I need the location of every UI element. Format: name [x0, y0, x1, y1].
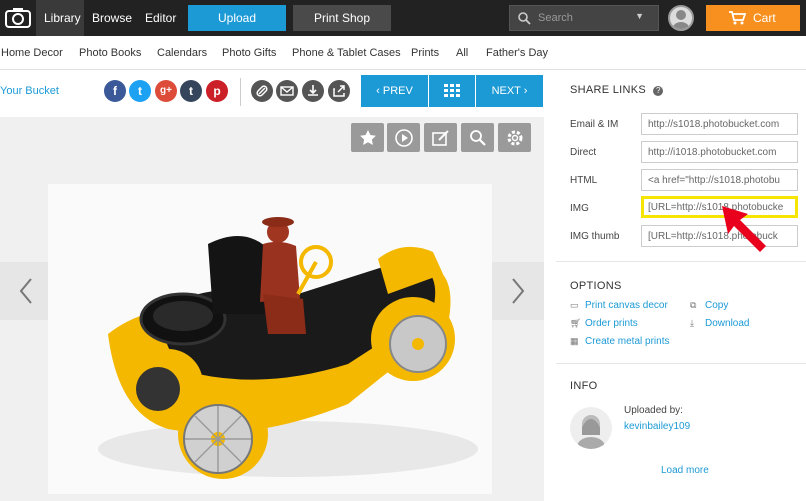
main-photo: [48, 184, 492, 494]
nav-browse[interactable]: Browse: [92, 0, 132, 36]
cart-small-icon: 🛒︎: [570, 318, 582, 328]
category-fathers-day[interactable]: Father's Day: [486, 47, 548, 59]
link-icon[interactable]: [251, 80, 273, 102]
share-label-img: IMG: [570, 203, 589, 214]
category-all[interactable]: All: [456, 47, 468, 59]
uploaded-by-label: Uploaded by:: [624, 405, 683, 416]
share-label-email: Email & IM: [570, 119, 619, 130]
share-field-email[interactable]: http://s1018.photobucket.com: [641, 113, 798, 135]
category-calendars[interactable]: Calendars: [157, 47, 207, 59]
next-button[interactable]: NEXT ›: [476, 75, 543, 107]
arrow-left-icon: [19, 278, 32, 304]
copy-icon: ⧉: [690, 300, 697, 310]
category-prints[interactable]: Prints: [411, 47, 439, 59]
category-bar: Home Decor Photo Books Calendars Photo G…: [0, 36, 806, 70]
star-icon[interactable]: [351, 123, 384, 152]
category-photo-books[interactable]: Photo Books: [79, 47, 141, 59]
twitter-share-button[interactable]: t: [129, 80, 151, 102]
googleplus-share-button[interactable]: g+: [155, 80, 177, 102]
share-field-direct[interactable]: http://i1018.photobucket.com: [641, 141, 798, 163]
next-label: NEXT: [491, 85, 521, 97]
share-icon[interactable]: [328, 80, 350, 102]
share-field-html[interactable]: <a href="http://s1018.photobu: [641, 169, 798, 191]
grid-icon: [444, 84, 460, 97]
print-canvas-link[interactable]: Print canvas decor: [585, 300, 668, 311]
cart-button[interactable]: Cart: [706, 5, 800, 31]
previous-image-button[interactable]: [0, 262, 52, 320]
top-navigation-bar: Library Browse Editor Upload Print Shop …: [0, 0, 806, 36]
wheel-front-left: [178, 389, 268, 479]
chevron-right-icon: ›: [520, 85, 528, 97]
slideshow-play-icon[interactable]: [387, 123, 420, 152]
download-icon[interactable]: [302, 80, 324, 102]
canvas-icon: ▭: [570, 300, 579, 310]
category-photo-gifts[interactable]: Photo Gifts: [222, 47, 276, 59]
divider: [556, 261, 806, 262]
wheel-front-right: [371, 297, 455, 381]
uploader-avatar[interactable]: [570, 407, 612, 449]
download-link[interactable]: Download: [705, 318, 749, 329]
upload-button[interactable]: Upload: [188, 5, 286, 31]
zoom-icon[interactable]: [461, 123, 494, 152]
red-pointer-arrow-icon: [722, 206, 766, 252]
share-links-heading: SHARE LINKS: [570, 84, 647, 96]
divider: [556, 363, 806, 364]
copy-link[interactable]: Copy: [705, 300, 728, 311]
metal-print-icon: ▦: [570, 336, 579, 346]
options-heading: OPTIONS: [570, 280, 622, 292]
your-bucket-link[interactable]: Your Bucket: [0, 85, 59, 97]
order-prints-link[interactable]: Order prints: [585, 318, 638, 329]
grid-view-button[interactable]: [429, 75, 475, 107]
photobucket-logo-icon[interactable]: [0, 0, 36, 36]
prev-label: PREV: [382, 85, 413, 97]
facebook-share-button[interactable]: f: [104, 80, 126, 102]
search-input[interactable]: Search ▼: [509, 5, 659, 31]
email-icon[interactable]: [276, 80, 298, 102]
arrow-right-icon: [512, 278, 525, 304]
toy-car-illustration: [48, 184, 492, 494]
search-icon: [518, 12, 531, 25]
share-label-direct: Direct: [570, 147, 597, 158]
download-small-icon: ⤓: [690, 318, 694, 328]
metal-prints-link[interactable]: Create metal prints: [585, 336, 669, 347]
settings-gear-icon[interactable]: [498, 123, 531, 152]
print-shop-button[interactable]: Print Shop: [293, 5, 391, 31]
category-phone-tablet-cases[interactable]: Phone & Tablet Cases: [292, 47, 401, 59]
search-placeholder: Search: [538, 12, 573, 24]
share-label-html: HTML: [570, 175, 598, 186]
divider: [240, 78, 241, 106]
share-links-title: SHARE LINKS ?: [570, 84, 664, 96]
tumblr-share-button[interactable]: t: [180, 80, 202, 102]
chevron-down-icon[interactable]: ▼: [635, 11, 644, 21]
nav-editor[interactable]: Editor: [145, 0, 176, 36]
info-heading: INFO: [570, 380, 598, 392]
help-icon[interactable]: ?: [653, 86, 664, 96]
cart-label: Cart: [753, 11, 776, 25]
share-label-img-thumb: IMG thumb: [570, 231, 620, 242]
cart-icon: [729, 11, 746, 25]
nav-library[interactable]: Library: [36, 0, 84, 36]
edit-icon[interactable]: [424, 123, 457, 152]
load-more-link[interactable]: Load more: [661, 465, 709, 476]
chevron-left-icon: ‹: [376, 85, 383, 97]
pinterest-share-button[interactable]: p: [206, 80, 228, 102]
prev-button[interactable]: ‹ PREV: [361, 75, 428, 107]
next-image-button[interactable]: [492, 262, 544, 320]
category-home-decor[interactable]: Home Decor: [1, 47, 63, 59]
user-avatar[interactable]: [668, 5, 694, 31]
uploader-username-link[interactable]: kevinbailey109: [624, 421, 690, 432]
